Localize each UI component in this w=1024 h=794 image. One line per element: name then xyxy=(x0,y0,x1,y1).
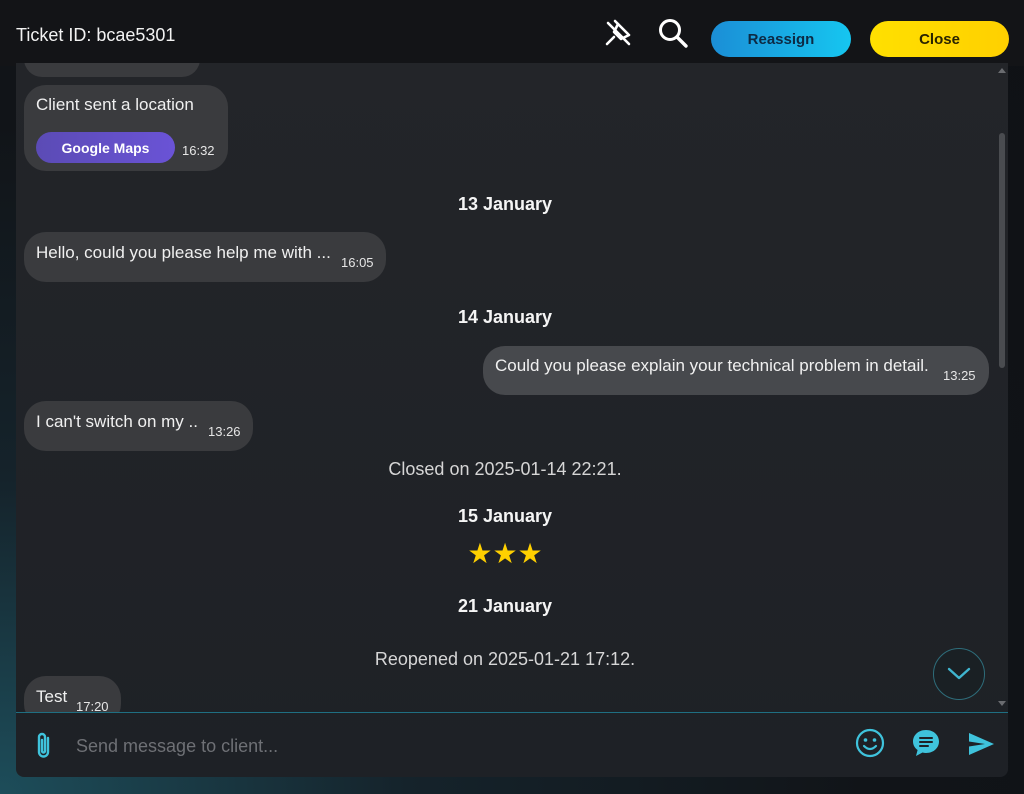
scroll-down-arrow[interactable] xyxy=(998,701,1006,706)
date-separator: 21 January xyxy=(457,596,553,616)
message-input[interactable] xyxy=(76,729,836,763)
unpin-icon[interactable] xyxy=(601,16,635,50)
scroll-up-arrow[interactable] xyxy=(998,68,1006,73)
message-text: I can't switch on my .. xyxy=(36,412,198,431)
message-time: 13:26 xyxy=(208,424,241,439)
ticket-id: Ticket ID: bcae5301 xyxy=(16,25,176,45)
header-bar: Ticket ID: bcae5301 Reassign Close xyxy=(0,0,1024,66)
message-bubble-client: I can't switch on my .. 13:26 xyxy=(24,401,253,451)
system-message-reopened: Reopened on 2025-01-21 17:12. xyxy=(374,649,636,669)
message-bubble-agent: Could you please explain your technical … xyxy=(483,346,989,395)
message-time: 13:25 xyxy=(943,368,976,383)
message-bubble-client: Test 17:20 xyxy=(24,676,121,713)
message-bubble-client: Client sent a location Google Maps 16:32 xyxy=(24,85,228,171)
message-composer xyxy=(16,713,1008,777)
scroll-to-bottom-button[interactable] xyxy=(933,648,985,700)
message-text: Test xyxy=(36,687,68,706)
system-message-closed: Closed on 2025-01-14 22:21. xyxy=(388,459,622,479)
close-ticket-button[interactable]: Close xyxy=(870,21,1009,57)
message-text: Could you please explain your technical … xyxy=(495,356,929,375)
message-bubble-partial xyxy=(24,63,200,77)
reassign-button[interactable]: Reassign xyxy=(711,21,851,57)
message-text: Client sent a location xyxy=(36,95,194,114)
chevron-down-icon xyxy=(947,667,971,680)
date-separator: 14 January xyxy=(457,307,553,327)
chat-history[interactable]: Client sent a location Google Maps 16:32… xyxy=(16,63,994,713)
scroll-thumb[interactable] xyxy=(999,133,1005,368)
google-maps-button[interactable]: Google Maps xyxy=(36,132,175,163)
message-time: 16:32 xyxy=(182,143,215,158)
send-icon[interactable] xyxy=(966,729,996,759)
date-separator: 13 January xyxy=(457,194,553,214)
quick-reply-icon[interactable] xyxy=(910,727,942,759)
message-bubble-client: Hello, could you please help me with ...… xyxy=(24,232,386,282)
message-time: 17:20 xyxy=(76,699,109,713)
search-icon[interactable] xyxy=(656,16,690,50)
message-text: Hello, could you please help me with ... xyxy=(36,243,331,262)
emoji-icon[interactable] xyxy=(854,727,886,759)
paperclip-icon[interactable] xyxy=(32,730,56,762)
chat-scrollbar[interactable] xyxy=(996,63,1008,713)
rating-stars: ★★★ xyxy=(467,538,543,569)
message-time: 16:05 xyxy=(341,255,374,270)
date-separator: 15 January xyxy=(457,506,553,526)
chat-panel: Client sent a location Google Maps 16:32… xyxy=(16,63,1008,777)
